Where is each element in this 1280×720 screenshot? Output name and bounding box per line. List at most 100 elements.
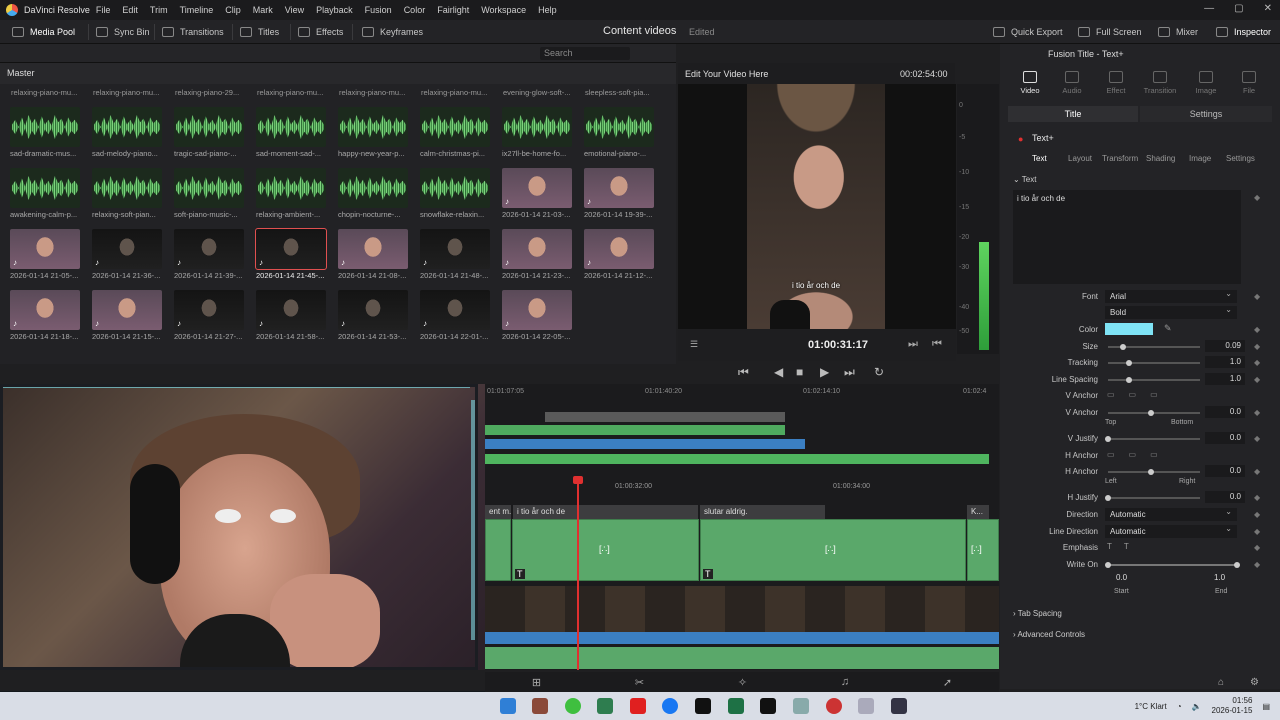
app-icon[interactable]: [532, 698, 548, 714]
media-clip[interactable]: ♪ 2026-01-14 21-15-...: [92, 290, 162, 341]
text-plus-clip[interactable]: [∴]: [967, 519, 999, 581]
media-clip[interactable]: sad-dramatic-mus...: [10, 107, 80, 158]
media-clip[interactable]: ♪ 2026-01-14 21-48-...: [420, 229, 490, 280]
title-clip[interactable]: i tio år och de: [513, 505, 698, 519]
go-to-start-icon[interactable]: ⏮: [738, 365, 749, 380]
h-justify-slider[interactable]: [1108, 497, 1200, 499]
tab-image[interactable]: Image: [1186, 71, 1226, 95]
keyframe-diamond-icon[interactable]: ◆: [1254, 292, 1260, 301]
bin-master[interactable]: Master: [0, 63, 676, 84]
davinci-taskbar-icon[interactable]: [891, 698, 907, 714]
sync-bin-button[interactable]: Sync Bin: [96, 20, 150, 44]
fusion-page-icon[interactable]: ✧: [738, 676, 747, 689]
keyframe-diamond-icon[interactable]: ◆: [1254, 527, 1260, 536]
weather[interactable]: 1°C Klart: [1135, 702, 1167, 711]
titles-button[interactable]: Titles: [240, 20, 279, 44]
keyframe-diamond-icon[interactable]: ◆: [1254, 358, 1260, 367]
stop-icon[interactable]: ■: [796, 365, 803, 379]
maximize-icon[interactable]: ▢: [1234, 3, 1243, 14]
color-swatch[interactable]: [1105, 323, 1153, 335]
tracking-field[interactable]: 1.0: [1205, 356, 1245, 368]
media-clip[interactable]: ♪ 2026-01-14 21-23-...: [502, 229, 572, 280]
menu-view[interactable]: View: [279, 5, 310, 15]
subtab-layout[interactable]: Layout: [1068, 154, 1092, 163]
minimize-icon[interactable]: —: [1204, 3, 1214, 14]
media-clip[interactable]: ♪ 2026-01-14 21-08-...: [338, 229, 408, 280]
full-screen-button[interactable]: Full Screen: [1078, 20, 1142, 44]
notification-icon[interactable]: ▤: [1262, 702, 1270, 711]
media-clip[interactable]: ♪ 2026-01-14 21-58-...: [256, 290, 326, 341]
youtube-icon[interactable]: [630, 698, 646, 714]
subtab-settings[interactable]: Settings: [1226, 154, 1255, 163]
media-clip[interactable]: tragic-sad-piano-...: [174, 107, 244, 158]
keyframe-diamond-icon[interactable]: ◆: [1254, 510, 1260, 519]
media-clip[interactable]: sad-melody-piano...: [92, 107, 162, 158]
direction-select[interactable]: Automatic: [1105, 507, 1237, 521]
go-to-end-icon[interactable]: ⏭: [844, 365, 855, 380]
media-clip[interactable]: ♪ 2026-01-14 21-36-...: [92, 229, 162, 280]
keyframe-diamond-icon[interactable]: ◆: [1254, 434, 1260, 443]
fairlight-page-icon[interactable]: ♫: [841, 676, 849, 688]
tab-audio[interactable]: Audio: [1052, 71, 1092, 95]
font-select[interactable]: Arial: [1105, 289, 1237, 303]
v-justify-slider[interactable]: [1108, 438, 1200, 440]
loop-icon[interactable]: ↻: [874, 365, 884, 379]
keyframe-diamond-icon[interactable]: ◆: [1254, 193, 1260, 202]
v-anchor-buttons[interactable]: ▭▭▭: [1107, 390, 1172, 399]
video-track[interactable]: [485, 586, 999, 632]
section-advanced-controls[interactable]: › Advanced Controls: [1013, 630, 1085, 639]
media-pool-button[interactable]: Media Pool: [12, 20, 75, 44]
write-on-range[interactable]: [1108, 564, 1238, 566]
text-plus-clip[interactable]: [∴] T: [700, 519, 966, 581]
media-clip[interactable]: happy-new-year-p...: [338, 107, 408, 158]
gear-icon[interactable]: ⚙: [1250, 677, 1259, 688]
menu-fusion[interactable]: Fusion: [359, 5, 398, 15]
menu-fairlight[interactable]: Fairlight: [431, 5, 475, 15]
menu-workspace[interactable]: Workspace: [475, 5, 532, 15]
media-clip[interactable]: relaxing-soft-pian...: [92, 168, 162, 219]
line-spacing-field[interactable]: 1.0: [1205, 373, 1245, 385]
x-icon[interactable]: [760, 698, 776, 714]
size-field[interactable]: 0.09: [1205, 340, 1245, 352]
app-icon[interactable]: [597, 698, 613, 714]
timeline-ruler[interactable]: 01:00:32:00 01:00:34:00: [485, 480, 999, 494]
v-anchor-slider[interactable]: [1108, 412, 1200, 414]
keyframe-diamond-icon[interactable]: ◆: [1254, 467, 1260, 476]
menu-help[interactable]: Help: [532, 5, 563, 15]
keyframe-diamond-icon[interactable]: ◆: [1254, 342, 1260, 351]
media-clip[interactable]: awakening-calm-p...: [10, 168, 80, 219]
subtab-text[interactable]: Text: [1032, 154, 1047, 163]
search-input[interactable]: Search: [540, 47, 630, 60]
keyframe-diamond-icon[interactable]: ◆: [1254, 543, 1260, 552]
segment-settings[interactable]: Settings: [1140, 106, 1272, 122]
effects-button[interactable]: Effects: [298, 20, 343, 44]
media-page-icon[interactable]: ⊞: [532, 676, 541, 689]
timeline-selector[interactable]: Edit Your Video Here: [685, 69, 768, 79]
app-icon[interactable]: [826, 698, 842, 714]
media-clip[interactable]: ♪ 2026-01-14 22-05-...: [502, 290, 572, 341]
mixer-button[interactable]: Mixer: [1158, 20, 1198, 44]
media-clip[interactable]: ♪ 2026-01-14 21-05-...: [10, 229, 80, 280]
tab-file[interactable]: File: [1229, 71, 1269, 95]
menu-trim[interactable]: Trim: [144, 5, 174, 15]
line-spacing-slider[interactable]: [1108, 379, 1200, 381]
transitions-button[interactable]: Transitions: [162, 20, 224, 44]
emphasis-buttons[interactable]: TT: [1107, 542, 1141, 551]
media-clip[interactable]: emotional-piano-...: [584, 107, 654, 158]
spotify-icon[interactable]: [565, 698, 581, 714]
tab-transition[interactable]: Transition: [1140, 71, 1180, 95]
next-frame-icon[interactable]: ⏭: [908, 338, 918, 351]
playhead[interactable]: [573, 476, 583, 670]
excel-icon[interactable]: [728, 698, 744, 714]
close-icon[interactable]: ✕: [1264, 3, 1272, 14]
text-input[interactable]: i tio år och de: [1013, 190, 1241, 284]
deliver-page-icon[interactable]: ➚: [943, 676, 952, 689]
node-enabled-icon[interactable]: ●: [1018, 134, 1023, 144]
inspector-button[interactable]: Inspector: [1216, 20, 1271, 44]
menu-edit[interactable]: Edit: [116, 5, 144, 15]
segment-title[interactable]: Title: [1008, 106, 1138, 122]
media-clip[interactable]: ♪ 2026-01-14 21-27-...: [174, 290, 244, 341]
tab-effect[interactable]: Effect: [1096, 71, 1136, 95]
media-clip[interactable]: ♪ 2026-01-14 19-39-...: [584, 168, 654, 219]
media-clip[interactable]: calm-christmas-pi...: [420, 107, 490, 158]
